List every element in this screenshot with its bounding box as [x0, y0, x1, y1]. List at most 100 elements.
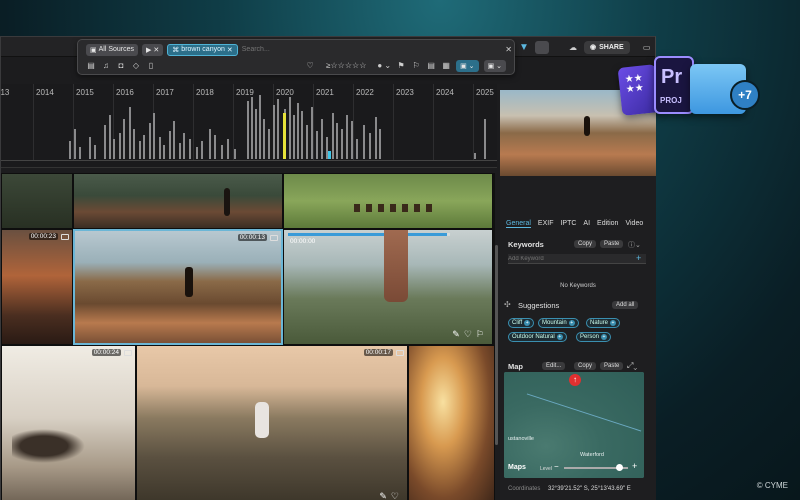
- camera-icon[interactable]: ◘: [116, 61, 126, 71]
- histogram-bar[interactable]: [351, 121, 353, 159]
- histogram-bar[interactable]: [179, 143, 181, 159]
- histogram-bar[interactable]: [363, 125, 365, 159]
- histogram-bar[interactable]: [311, 107, 313, 159]
- keywords-paste-button[interactable]: Paste: [600, 240, 624, 248]
- histogram-bar[interactable]: [201, 141, 203, 159]
- chip-brown-canyon[interactable]: ⌘ brown canyon ✕: [167, 43, 238, 56]
- zoom-in-icon[interactable]: +: [632, 461, 637, 471]
- heart-icon[interactable]: ♡: [464, 329, 472, 340]
- map-paste-button[interactable]: Paste: [600, 362, 624, 370]
- suggestion-outdoor-natural[interactable]: Outdoor Natural +: [508, 332, 567, 342]
- histogram-bar[interactable]: [234, 149, 236, 159]
- year-label[interactable]: 013: [1, 88, 9, 97]
- histogram-bar[interactable]: [119, 133, 121, 159]
- histogram-bar[interactable]: [139, 141, 141, 159]
- histogram-bar[interactable]: [196, 147, 198, 159]
- thumbnail-selected[interactable]: 00:00:13: [73, 229, 283, 345]
- histogram-bar[interactable]: [321, 119, 323, 159]
- histogram-bar[interactable]: [316, 131, 318, 159]
- tab-video[interactable]: Video: [625, 220, 643, 228]
- suggestion-cliff[interactable]: Cliff +: [508, 318, 535, 328]
- year-label[interactable]: 2014: [36, 88, 54, 97]
- histogram-bar-highlight[interactable]: [283, 113, 286, 159]
- chip-remove-icon[interactable]: ✕: [153, 46, 159, 54]
- caption-icon[interactable]: ▤: [86, 61, 96, 71]
- histogram-bar[interactable]: [263, 119, 265, 159]
- histogram-bar[interactable]: [259, 95, 261, 159]
- map-edit-button[interactable]: Edit...: [542, 362, 566, 370]
- year-label[interactable]: 2021: [316, 88, 334, 97]
- histogram-bar[interactable]: [74, 129, 76, 159]
- color-label-filter[interactable]: ● ⌄: [377, 61, 391, 70]
- histogram-bar[interactable]: [104, 125, 106, 159]
- heart-icon[interactable]: ♡: [305, 61, 315, 71]
- thumbnail-playing[interactable]: 00:00:00 ✎ ♡ ⚐: [283, 229, 493, 345]
- histogram-bar[interactable]: [277, 99, 279, 159]
- heart-icon[interactable]: ♡: [391, 491, 399, 500]
- histogram-bar[interactable]: [484, 119, 486, 159]
- year-label[interactable]: 2017: [156, 88, 174, 97]
- histogram-bar[interactable]: [153, 113, 155, 159]
- zoom-slider-knob[interactable]: [616, 464, 623, 471]
- media-filter-video[interactable]: ▣ ⌄: [456, 59, 479, 72]
- image-grid-icon[interactable]: ▦: [441, 61, 451, 71]
- add-keyword-plus-icon[interactable]: +: [636, 253, 641, 263]
- histogram-bar[interactable]: [159, 137, 161, 159]
- timeline-toggle-button[interactable]: [535, 40, 549, 54]
- histogram-bar[interactable]: [214, 135, 216, 159]
- add-keyword-input[interactable]: [508, 254, 646, 264]
- tag-icon[interactable]: ◇: [131, 61, 141, 71]
- year-label[interactable]: 2025: [476, 88, 494, 97]
- histogram-bar[interactable]: [273, 105, 275, 159]
- chip-media-type[interactable]: ▶ ✕: [142, 43, 164, 56]
- cloud-icon[interactable]: ☁: [568, 42, 578, 52]
- year-label[interactable]: 2019: [236, 88, 254, 97]
- edit-icon[interactable]: ✎: [452, 329, 460, 340]
- flag-icon[interactable]: ⚐: [476, 329, 484, 340]
- histogram-bar[interactable]: [227, 139, 229, 159]
- histogram-bar[interactable]: [183, 133, 185, 159]
- year-label[interactable]: 2020: [276, 88, 294, 97]
- histogram-bar[interactable]: [89, 137, 91, 159]
- histogram-bar[interactable]: [129, 107, 131, 159]
- audio-icon[interactable]: ♫: [101, 61, 111, 71]
- histogram-bar[interactable]: [113, 139, 115, 159]
- thumbnail[interactable]: 00:00:24: [1, 345, 136, 500]
- year-label[interactable]: 2016: [116, 88, 134, 97]
- histogram-bar[interactable]: [247, 101, 249, 159]
- histogram-bar[interactable]: [109, 115, 111, 159]
- histogram-bar[interactable]: [251, 97, 253, 159]
- histogram-bar[interactable]: [94, 145, 96, 159]
- histogram-bar[interactable]: [369, 133, 371, 159]
- flag-outline-icon[interactable]: ⚐: [411, 61, 421, 71]
- keywords-copy-button[interactable]: Copy: [574, 240, 597, 248]
- histogram-bar[interactable]: [336, 123, 338, 159]
- histogram-bar[interactable]: [79, 147, 81, 159]
- histogram-bar[interactable]: [209, 129, 211, 159]
- thumbnail[interactable]: [73, 173, 283, 229]
- chip-remove-icon[interactable]: ✕: [227, 46, 233, 54]
- histogram-bar[interactable]: [169, 131, 171, 159]
- tab-iptc[interactable]: IPTC: [560, 220, 576, 228]
- histogram-bar[interactable]: [163, 145, 165, 159]
- histogram-bar-highlight[interactable]: [328, 151, 331, 159]
- histogram-bar[interactable]: [306, 125, 308, 159]
- histogram-bar[interactable]: [375, 117, 377, 159]
- thumbnail[interactable]: [283, 173, 493, 229]
- histogram-bar[interactable]: [297, 103, 299, 159]
- thumbnail[interactable]: [408, 345, 495, 500]
- add-all-button[interactable]: Add all: [612, 301, 639, 309]
- map-zoom-slider[interactable]: [564, 464, 628, 471]
- histogram-bar[interactable]: [143, 135, 145, 159]
- suggestion-person[interactable]: Person +: [576, 332, 612, 342]
- edit-icon[interactable]: ✎: [379, 491, 387, 500]
- expand-map-icon[interactable]: ⤢⌄: [627, 361, 637, 371]
- timeline-histogram[interactable]: 013 2014 2015 2016 2017 2018 2019 2020 2021 2022 2…: [1, 84, 497, 168]
- location-map[interactable]: ↑ ustanoville Waterford Maps Level + −: [504, 372, 644, 478]
- suggestion-nature[interactable]: Nature +: [586, 318, 621, 328]
- clear-search-icon[interactable]: ✕: [505, 45, 512, 55]
- histogram-bar[interactable]: [173, 121, 175, 159]
- keywords-menu-icon[interactable]: ⓘ⌄: [628, 240, 641, 250]
- year-label[interactable]: 2023: [396, 88, 414, 97]
- playback-progress[interactable]: [288, 233, 450, 236]
